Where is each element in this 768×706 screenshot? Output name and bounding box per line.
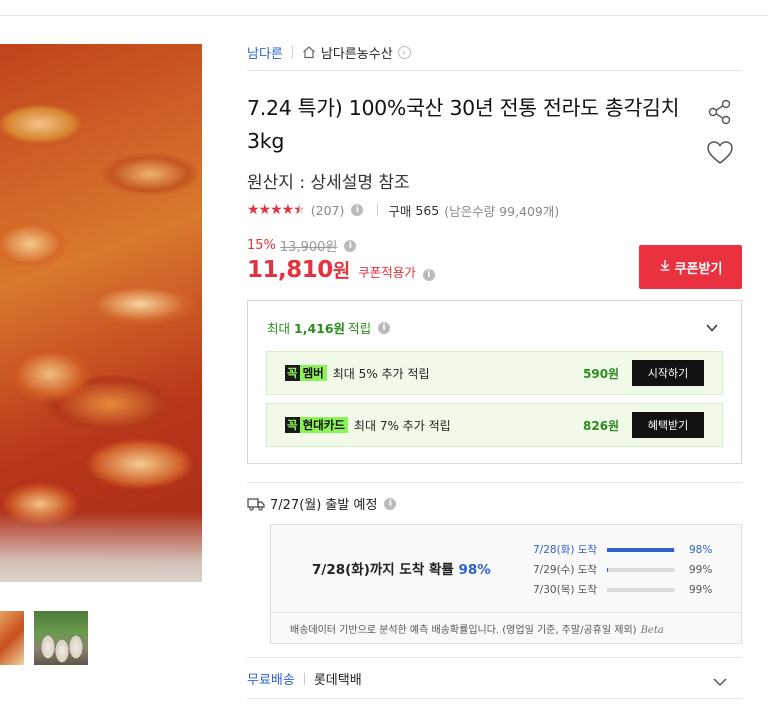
review-count[interactable]: (207) [311, 203, 345, 218]
benefit-amount: 590원 [583, 366, 620, 381]
purchase-count: 565 [415, 202, 440, 218]
info-icon[interactable]: i [422, 269, 435, 281]
stock-remaining: (남은수량 99,409개) [444, 203, 560, 219]
benefit-amount: 826원 [583, 418, 620, 433]
store-link[interactable]: 남다른농수산 [321, 43, 393, 62]
info-icon[interactable]: i [378, 321, 391, 334]
product-thumbnail[interactable] [0, 611, 24, 665]
probability-bar [607, 547, 674, 552]
arrival-headline: 7/28(화)까지 도착 확률 98% [312, 562, 491, 578]
share-icon[interactable] [706, 98, 734, 126]
price-row: 11,810 원 쿠폰적용가 i [247, 256, 435, 283]
origin-text: 원산지 : 상세설명 참조 [247, 173, 410, 193]
chevron-down-icon[interactable] [712, 673, 728, 687]
discount-rate: 15% [247, 238, 276, 253]
member-benefit: 꼭 멤버 최대 5% 추가 적립 590원 시작하기 [266, 351, 723, 395]
carrier-name: 롯데택배 [313, 673, 362, 688]
card-benefit: 꼭 현대카드 최대 7% 추가 적립 826원 혜택받기 [266, 403, 723, 447]
prediction-note: 배송데이터 기반으로 분석한 예측 배송확률입니다. (영업일 기준, 주말/공… [290, 625, 664, 636]
download-icon [659, 259, 671, 275]
truck-icon [247, 497, 265, 511]
product-title: 7.24 특가) 100%국산 30년 전통 전라도 총각김치 3kg [247, 96, 680, 153]
shipping-method-row: 무료배송 롯데택배 [247, 669, 362, 688]
max-points: 최대 1,416원 적립 i [267, 318, 391, 337]
heart-icon[interactable] [706, 140, 734, 166]
product-thumbnail[interactable] [34, 611, 88, 665]
product-info-panel: 남다른 남다른농수산 › 7.24 특가) 100%국산 30년 전통 전라도 … [247, 0, 742, 706]
probability-bar [607, 567, 608, 572]
info-icon[interactable]: i [344, 239, 357, 252]
coupon-download-button[interactable]: 쿠폰받기 [639, 245, 742, 289]
info-icon[interactable]: i [384, 497, 397, 510]
delivery-prediction-box: 7/28(화)까지 도착 확률 98% 7/28(화) 도착 98% 7/29(… [270, 524, 742, 644]
chevron-down-icon[interactable] [705, 319, 719, 332]
arrival-distribution-row: 7/29(수) 도착 99% [533, 563, 713, 577]
price-currency: 원 [332, 260, 351, 282]
chevron-right-icon[interactable]: › [397, 45, 411, 59]
product-main-image[interactable] [0, 44, 202, 582]
free-shipping-label: 무료배송 [247, 673, 295, 688]
original-price: 13,900원 [279, 240, 338, 255]
arrival-distribution-row: 7/28(화) 도착 98% [533, 543, 713, 557]
final-price: 11,810 [247, 257, 333, 283]
get-card-benefit-button[interactable]: 혜택받기 [632, 412, 704, 438]
departure-date: 7/27(월) 출발 예정 [270, 498, 378, 513]
brand-link[interactable]: 남다른 [247, 43, 283, 62]
home-icon [302, 45, 316, 59]
discount-row: 15% 13,900원 i [247, 236, 357, 255]
purchase-label: 구매 [388, 203, 412, 219]
departure-row: 7/27(월) 출발 예정 i [247, 494, 397, 513]
rating-stars: ★★★★★★ [247, 202, 306, 218]
rating-row: ★★★★★★ (207) i 구매 565 (남은수량 99,409개) [247, 200, 559, 220]
breadcrumb: 남다른 남다른농수산 › [247, 42, 411, 62]
coupon-price-label: 쿠폰적용가 [358, 265, 416, 280]
info-icon[interactable]: i [351, 204, 364, 216]
start-member-button[interactable]: 시작하기 [632, 360, 704, 386]
arrival-distribution-row: 7/30(목) 도착 99% [533, 583, 713, 597]
card-badge: 꼭 현대카드 [285, 417, 348, 433]
member-badge: 꼭 멤버 [285, 365, 327, 381]
